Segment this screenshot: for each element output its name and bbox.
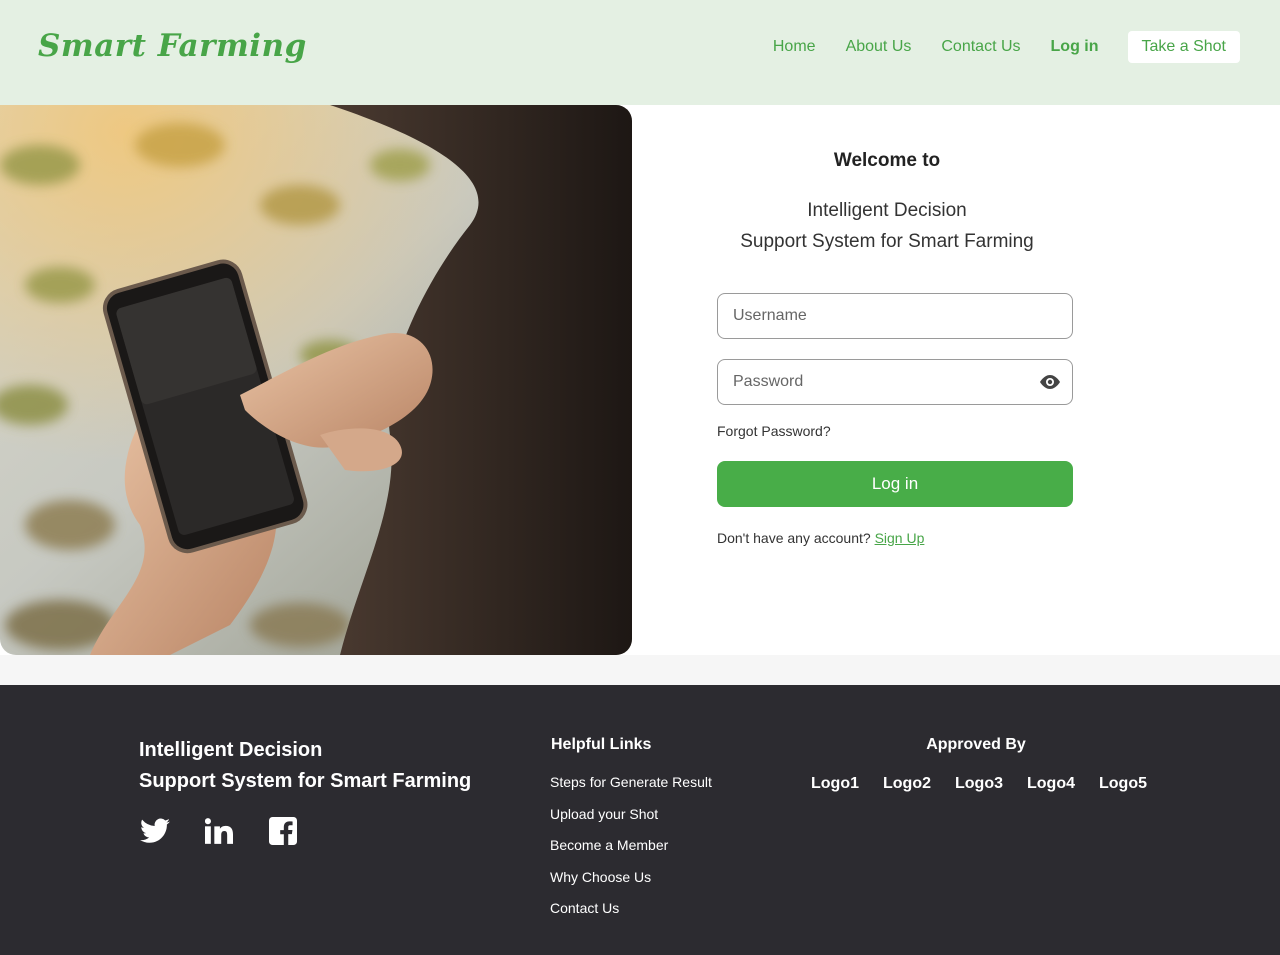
footer-link-steps[interactable]: Steps for Generate Result (550, 774, 712, 806)
approver-logo-4: Logo4 (1027, 775, 1075, 792)
nav-contact-link[interactable]: Contact Us (941, 38, 1020, 56)
username-input[interactable] (718, 294, 1008, 338)
main-nav: Home About Us Contact Us Log in Take a S… (743, 31, 1240, 63)
nav-login-link[interactable]: Log in (1051, 38, 1099, 56)
site-footer: Intelligent Decision Support System for … (0, 685, 1280, 955)
helpful-links-heading: Helpful Links (551, 736, 652, 753)
nav-about-link[interactable]: About Us (846, 38, 912, 56)
footer-link-upload[interactable]: Upload your Shot (550, 806, 712, 838)
footer-brand-line-2: Support System for Smart Farming (139, 770, 472, 792)
footer-link-contact[interactable]: Contact Us (550, 900, 712, 932)
approved-logos: Logo1 Logo2 Logo3 Logo4 Logo5 (811, 775, 1171, 793)
nav-home-link[interactable]: Home (773, 38, 816, 56)
linkedin-icon[interactable] (203, 815, 235, 847)
subtitle-line-2: Support System for Smart Farming (740, 231, 1034, 252)
take-a-shot-button[interactable]: Take a Shot (1127, 31, 1240, 63)
signup-link[interactable]: Sign Up (875, 530, 925, 546)
signup-prompt: Don't have any account? Sign Up (717, 530, 924, 546)
app-subtitle: Intelligent Decision Support System for … (697, 195, 1077, 257)
footer-brand: Intelligent Decision Support System for … (139, 735, 471, 797)
approver-logo-2: Logo2 (883, 775, 931, 792)
no-account-text: Don't have any account? (717, 530, 871, 546)
username-field (717, 293, 1073, 339)
social-links (139, 815, 331, 847)
site-logo[interactable]: Smart Farming (38, 28, 307, 64)
site-header: Smart Farming Home About Us Contact Us L… (0, 0, 1280, 105)
eye-icon[interactable] (1038, 373, 1062, 391)
password-input[interactable] (718, 360, 1008, 404)
subtitle-line-1: Intelligent Decision (807, 200, 967, 221)
twitter-icon[interactable] (139, 815, 171, 847)
facebook-icon[interactable] (267, 815, 299, 847)
approver-logo-3: Logo3 (955, 775, 1003, 792)
approver-logo-1: Logo1 (811, 775, 859, 792)
footer-link-member[interactable]: Become a Member (550, 837, 712, 869)
login-button[interactable]: Log in (717, 461, 1073, 507)
welcome-heading: Welcome to (833, 150, 941, 171)
approved-by-heading: Approved By (926, 736, 1026, 753)
footer-brand-line-1: Intelligent Decision (139, 739, 323, 761)
approver-logo-5: Logo5 (1099, 775, 1147, 792)
forgot-password-link[interactable]: Forgot Password? (717, 423, 831, 439)
hero-image (0, 105, 632, 655)
footer-link-why[interactable]: Why Choose Us (550, 869, 712, 901)
password-field (717, 359, 1073, 405)
helpful-links-list: Steps for Generate Result Upload your Sh… (550, 774, 712, 932)
